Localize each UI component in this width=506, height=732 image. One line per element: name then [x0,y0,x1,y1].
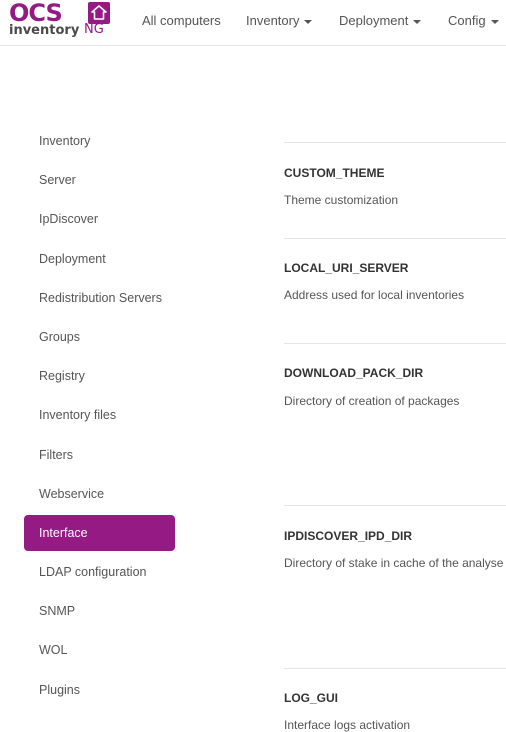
sidebar-item-plugins[interactable]: Plugins [24,671,175,710]
sidebar-item-inventory-files[interactable]: Inventory files [24,396,175,435]
sidebar-item-label: Webservice [39,486,105,501]
nav-config-dropdown[interactable]: Config [448,13,499,29]
setting-name: CUSTOM_THEME [284,166,385,180]
sidebar-item-server[interactable]: Server [24,161,175,200]
nav-deployment-label: Deployment [339,13,409,28]
sidebar-item-label: Groups [39,329,80,344]
settings-divider [284,505,506,506]
logo-ng-text: NG [84,22,104,37]
sidebar-item-label: Inventory [39,134,91,148]
config-sidebar: Inventory Server IpDiscover Deployment R… [24,122,175,710]
settings-divider [284,343,506,344]
logo-house-icon [88,2,110,24]
caret-down-icon [413,19,422,24]
setting-description: Interface logs activation [284,718,411,732]
sidebar-item-label: Plugins [39,682,80,697]
sidebar-item-ldap-configuration[interactable]: LDAP configuration [24,553,175,592]
settings-divider [284,238,506,239]
sidebar-item-label: SNMP [39,604,76,619]
sidebar-item-label: Deployment [39,251,106,266]
setting-name: LOG_GUI [284,691,339,705]
sidebar-item-label: Inventory files [39,408,117,423]
setting-name: LOCAL_URI_SERVER [284,261,409,275]
setting-description: Directory of stake in cache of the analy… [284,556,504,570]
sidebar-item-inventory[interactable]: Inventory [24,122,175,161]
nav-all-computers-label: All computers [142,13,221,28]
sidebar-item-label: IpDiscover [39,212,99,227]
nav-inventory-label: Inventory [246,13,300,28]
sidebar-item-label: LDAP configuration [39,565,147,580]
sidebar-item-webservice[interactable]: Webservice [24,475,175,514]
sidebar-item-deployment[interactable]: Deployment [24,240,175,279]
sidebar-item-label: Filters [39,447,74,462]
sidebar-item-label: Redistribution Servers [39,290,162,305]
setting-name: IPDISCOVER_IPD_DIR [284,529,413,543]
nav-all-computers[interactable]: All computers [142,13,221,29]
sidebar-item-interface[interactable]: Interface [24,515,175,552]
sidebar-item-groups[interactable]: Groups [24,318,175,357]
logo-inventory-text: inventory [9,23,80,38]
sidebar-item-label: Registry [39,369,85,384]
settings-divider [284,142,506,143]
setting-description: Theme customization [284,193,399,207]
sidebar-item-snmp[interactable]: SNMP [24,592,175,631]
sidebar-item-label: Interface [39,526,88,541]
sidebar-item-ipdiscover[interactable]: IpDiscover [24,200,175,239]
sidebar-item-redistribution-servers[interactable]: Redistribution Servers [24,279,175,318]
ocs-inventory-logo[interactable]: OCS inventory NG [9,0,113,40]
sidebar-item-wol[interactable]: WOL [24,631,175,670]
setting-name: DOWNLOAD_PACK_DIR [284,366,424,380]
nav-inventory-dropdown[interactable]: Inventory [246,13,313,29]
settings-divider [284,668,506,669]
nav-deployment-dropdown[interactable]: Deployment [339,13,422,29]
caret-down-icon [304,19,313,24]
sidebar-item-registry[interactable]: Registry [24,357,175,396]
setting-description: Directory of creation of packages [284,394,460,408]
sidebar-item-label: WOL [39,643,68,658]
nav-config-label: Config [448,13,486,28]
top-navbar: OCS inventory NG All computers Inventory… [0,0,506,46]
setting-description: Address used for local inventories [284,288,465,302]
caret-down-icon [490,19,499,24]
sidebar-item-filters[interactable]: Filters [24,436,175,475]
logo-ocs-text: OCS [9,0,63,27]
sidebar-item-label: Server [39,173,76,188]
